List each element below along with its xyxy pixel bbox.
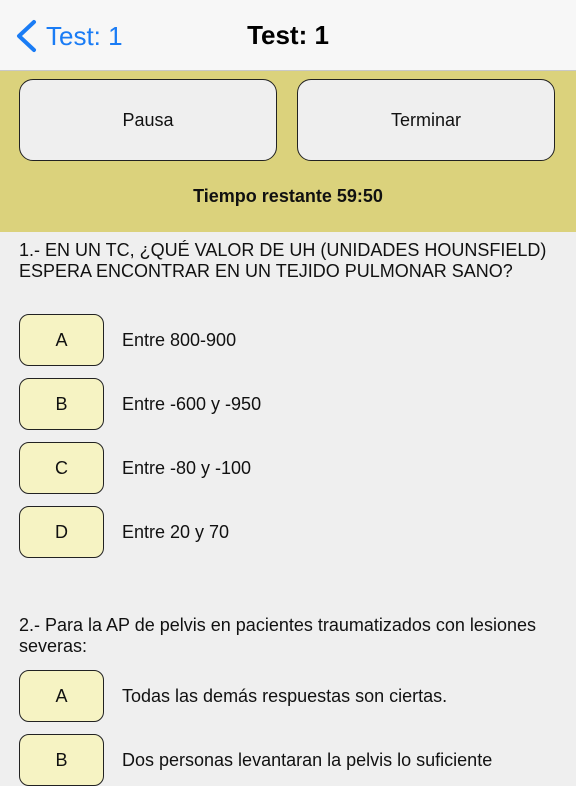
finish-button[interactable]: Terminar <box>297 79 555 161</box>
option-d-text: Entre 20 y 70 <box>122 521 230 542</box>
option-a-text: Todas las demás respuestas son ciertas. <box>122 685 448 706</box>
question-1-option-c: C Entre -80 y -100 <box>19 442 251 494</box>
question-1-option-d: D Entre 20 y 70 <box>19 506 229 558</box>
option-b-button[interactable]: B <box>19 734 104 786</box>
option-a-button[interactable]: A <box>19 670 104 722</box>
navigation-bar: Test: 1 Test: 1 <box>0 0 576 71</box>
question-2-text: 2.- Para la AP de pelvis en pacientes tr… <box>19 615 536 656</box>
control-panel: Pausa Terminar Tiempo restante 59:50 <box>0 71 576 232</box>
option-a-button[interactable]: A <box>19 314 104 366</box>
time-remaining: Tiempo restante 59:50 <box>193 186 383 206</box>
question-1-option-a: A Entre 800-900 <box>19 314 236 366</box>
question-1-text: 1.- EN UN TC, ¿QUÉ VALOR DE UH (UNIDADES… <box>19 240 547 281</box>
option-c-button[interactable]: C <box>19 442 104 494</box>
page-title: Test: 1 <box>247 20 329 50</box>
question-2-option-b: B Dos personas levantaran la pelvis lo s… <box>19 734 492 786</box>
option-b-text: Entre -600 y -950 <box>122 393 262 414</box>
question-1-option-b: B Entre -600 y -950 <box>19 378 261 430</box>
option-a-text: Entre 800-900 <box>122 329 237 350</box>
question-2-option-a: A Todas las demás respuestas son ciertas… <box>19 670 447 722</box>
option-b-button[interactable]: B <box>19 378 104 430</box>
pause-button[interactable]: Pausa <box>19 79 277 161</box>
option-d-button[interactable]: D <box>19 506 104 558</box>
option-b-text: Dos personas levantaran la pelvis lo suf… <box>122 749 493 770</box>
option-c-text: Entre -80 y -100 <box>122 457 252 478</box>
